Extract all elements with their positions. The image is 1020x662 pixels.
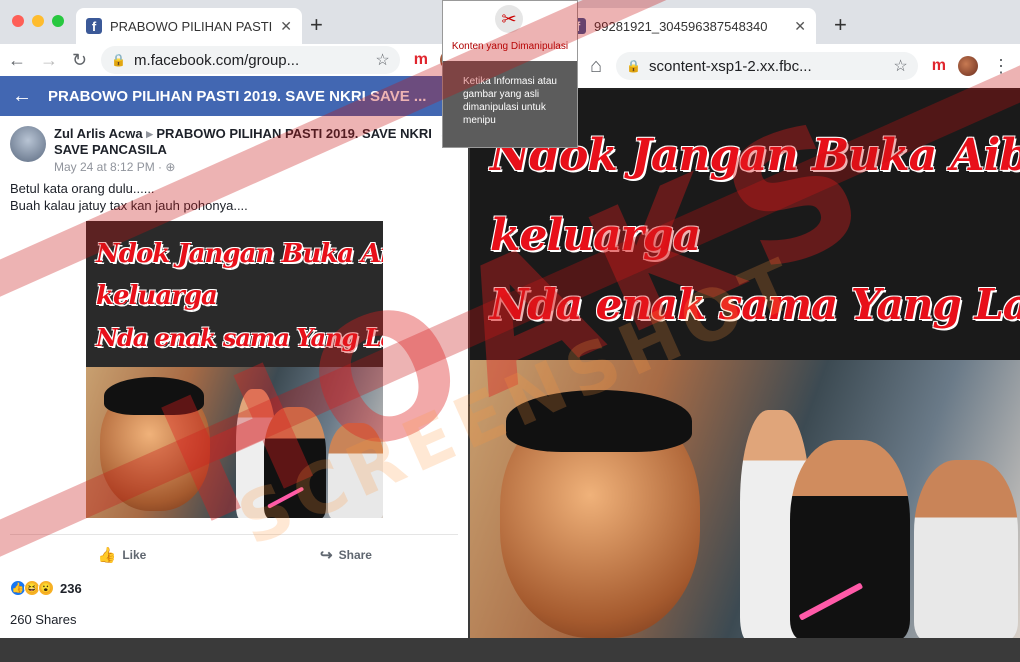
reactions-summary[interactable]: 👍 😆 😮 236 [10, 580, 82, 596]
reaction-count: 236 [60, 580, 82, 596]
post-time[interactable]: May 24 at 8:12 PM · [54, 160, 165, 174]
popup-body-line: dimanipulasi untuk [463, 102, 546, 113]
tab-title: 99281921_304596387548340 [594, 18, 768, 34]
lock-icon: 🔒 [626, 59, 642, 73]
url-text: m.facebook.com/group... [134, 51, 300, 69]
post-text-line: Buah kalau jatuy tax kan jauh pohonya...… [10, 198, 248, 213]
home-icon[interactable]: ⌂ [590, 55, 602, 78]
facebook-group-header: ← PRABOWO PILIHAN PASTI 2019. SAVE NKRI … [0, 76, 468, 116]
thumbs-up-icon: 👍 [97, 546, 117, 564]
full-size-image: Ndok Jangan Buka Aib keluarga Nda enak s… [470, 90, 1020, 638]
menu-kebab-icon[interactable]: ⋮ [992, 56, 1010, 77]
post-meta: May 24 at 8:12 PM · ⊕ [54, 160, 438, 174]
wow-reaction-icon: 😮 [38, 580, 54, 596]
meme-photo [86, 367, 383, 518]
lock-icon: 🔒 [111, 53, 127, 67]
hair-shape [104, 377, 204, 415]
address-bar[interactable]: 🔒 m.facebook.com/group... ☆ [101, 46, 400, 74]
new-tab-button[interactable]: + [834, 12, 847, 38]
post-image[interactable]: Ndok Jangan Buka Aib keluarga Nda enak s… [86, 221, 383, 518]
hair-shape [506, 390, 692, 452]
meme-caption-line: Ndok Jangan Buka Aib [96, 239, 383, 269]
post-header: Zul Arlis Acwa ▸ PRABOWO PILIHAN PASTI 2… [10, 126, 458, 174]
url-text: scontent-xsp1-2.xx.fbc... [649, 57, 812, 75]
popup-body: Ketika Informasi atau gambar yang asli d… [443, 61, 577, 147]
share-label: Share [338, 547, 372, 562]
forward-arrow-icon[interactable]: → [40, 50, 58, 71]
extension-popup: ✂ Konten yang Dimanipulasi Ketika Inform… [442, 0, 578, 148]
reload-icon[interactable]: ↻ [72, 50, 87, 71]
extension-m-icon[interactable]: m [932, 57, 946, 75]
browser-toolbar: ← → ↻ 🔒 m.facebook.com/group... ☆ m [0, 44, 468, 76]
share-arrow-icon: ↪ [320, 546, 333, 564]
facebook-favicon-icon: f [86, 18, 102, 34]
minimize-window-button[interactable] [32, 15, 44, 27]
extension-m-icon[interactable]: m [414, 51, 428, 69]
back-arrow-icon[interactable]: ← [12, 85, 32, 108]
caret-right-icon: ▸ [146, 126, 157, 141]
like-label: Like [122, 547, 147, 562]
maximize-window-button[interactable] [52, 15, 64, 27]
group-title: PRABOWO PILIHAN PASTI 2019. SAVE NKRI SA… [48, 87, 427, 105]
post-text: Betul kata orang dulu...... Buah kalau j… [10, 180, 248, 214]
post-author-line: Zul Arlis Acwa ▸ PRABOWO PILIHAN PASTI 2… [54, 126, 438, 158]
meme-photo [470, 360, 1020, 638]
profile-avatar[interactable] [958, 56, 978, 76]
popup-body-line: gambar yang asli [463, 89, 540, 100]
popup-header: ✂ Konten yang Dimanipulasi [443, 1, 577, 61]
person-shape [328, 423, 383, 518]
popup-body-line: menipu [463, 115, 496, 126]
address-bar[interactable]: 🔒 scontent-xsp1-2.xx.fbc... ☆ [616, 52, 918, 80]
popup-title: Konten yang Dimanipulasi [451, 41, 569, 52]
bookmark-star-icon[interactable]: ☆ [893, 56, 907, 76]
like-button[interactable]: 👍 Like [10, 546, 234, 564]
post-actions: 👍 Like ↪ Share [10, 534, 458, 574]
browser-tab[interactable]: f 99281921_304596387548340 ✕ [560, 8, 816, 44]
bookmark-star-icon[interactable]: ☆ [375, 50, 389, 70]
author-name[interactable]: Zul Arlis Acwa [54, 126, 143, 141]
popup-body-line: Ketika Informasi atau [463, 76, 557, 87]
left-browser-window: f PRABOWO PILIHAN PASTI 2019. ✕ + ← → ↻ … [0, 0, 468, 638]
back-arrow-icon[interactable]: ← [8, 50, 26, 71]
tab-title: PRABOWO PILIHAN PASTI 2019. [110, 18, 274, 34]
close-tab-icon[interactable]: ✕ [280, 18, 292, 35]
close-tab-icon[interactable]: ✕ [794, 18, 806, 35]
person-shape [790, 440, 910, 638]
globe-icon: ⊕ [165, 160, 176, 174]
share-button[interactable]: ↪ Share [234, 546, 458, 564]
new-tab-button[interactable]: + [310, 12, 323, 38]
close-window-button[interactable] [12, 15, 24, 27]
facebook-post: Zul Arlis Acwa ▸ PRABOWO PILIHAN PASTI 2… [0, 116, 468, 638]
meme-caption-line: keluarga [96, 281, 218, 311]
person-shape [914, 460, 1018, 638]
post-text-line: Betul kata orang dulu...... [10, 181, 155, 196]
tab-bar: f PRABOWO PILIHAN PASTI 2019. ✕ + [0, 0, 468, 44]
shares-count[interactable]: 260 Shares [10, 612, 77, 627]
meme-caption-line: keluarga [490, 210, 701, 261]
meme-caption-line: Nda enak sama Yang Lain [490, 280, 1020, 329]
browser-tab[interactable]: f PRABOWO PILIHAN PASTI 2019. ✕ [76, 8, 302, 44]
window-controls [12, 15, 64, 27]
meme-caption-line: Nda enak sama Yang Lain [96, 323, 383, 352]
author-avatar[interactable] [10, 126, 46, 162]
scissors-icon: ✂ [495, 5, 523, 33]
